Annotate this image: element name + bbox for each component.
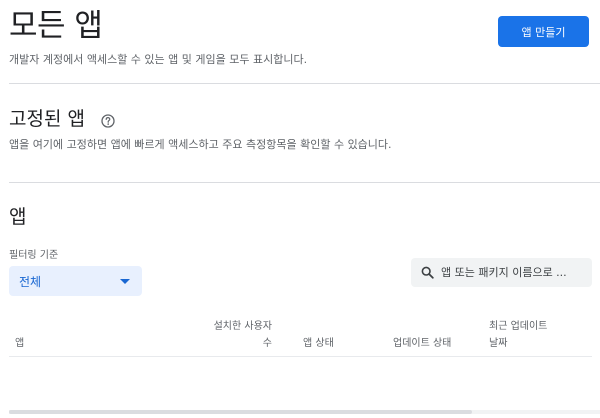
filter-label: 필터링 기준	[9, 250, 59, 261]
filter-select[interactable]: 전체	[9, 266, 142, 296]
help-icon[interactable]	[101, 113, 115, 128]
section-divider	[9, 83, 600, 84]
filter-value: 전체	[19, 274, 42, 289]
horizontal-scrollbar-thumb[interactable]	[9, 410, 472, 414]
column-header-installs-line2: 수	[262, 338, 272, 349]
pinned-apps-title: 고정된 앱	[9, 108, 85, 130]
column-header-installs-line1: 설치한 사용자	[213, 321, 272, 332]
dropdown-arrow-icon	[120, 278, 130, 284]
page-subtitle: 개발자 계정에서 액세스할 수 있는 앱 및 게임을 모두 표시합니다.	[9, 53, 308, 66]
section-divider	[9, 182, 600, 183]
column-header-last-update-line1: 최근 업데이트	[489, 321, 548, 332]
search-icon	[421, 266, 434, 279]
column-header-last-update-line2: 날짜	[489, 338, 508, 349]
column-header-installs[interactable]: 설치한 사용자 수	[172, 318, 272, 352]
page-title: 모든 앱	[9, 8, 103, 44]
table-header-divider	[9, 356, 592, 357]
column-header-update-status[interactable]: 업데이트 상태	[393, 335, 451, 352]
search-box[interactable]	[411, 258, 592, 287]
create-app-button[interactable]: 앱 만들기	[498, 16, 589, 47]
column-header-last-update[interactable]: 최근 업데이트 날짜	[489, 318, 547, 352]
apps-section-title: 앱	[9, 206, 27, 228]
column-header-app[interactable]: 앱	[15, 335, 24, 352]
search-input[interactable]	[441, 266, 586, 279]
column-header-app-status[interactable]: 앱 상태	[303, 335, 334, 352]
pinned-apps-description: 앱을 여기에 고정하면 앱에 빠르게 액세스하고 주요 측정항목을 확인할 수 …	[9, 138, 392, 151]
